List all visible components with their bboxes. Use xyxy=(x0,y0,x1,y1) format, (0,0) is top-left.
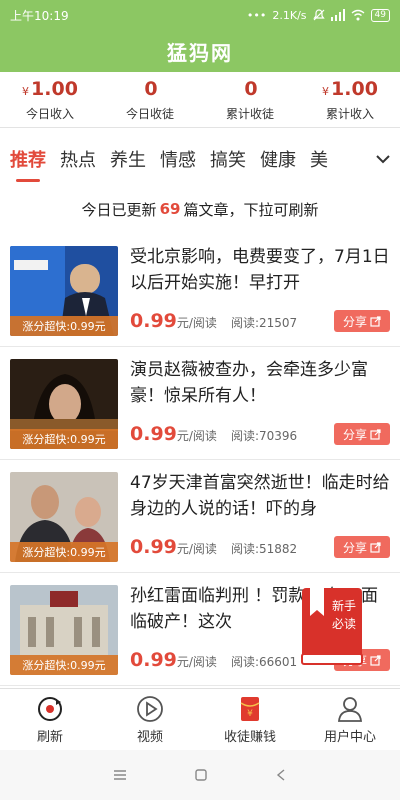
earnings-stats: ¥1.00 今日收入 0 今日收徒 0 累计收徒 ¥1.00 累计收入 xyxy=(0,72,400,128)
currency-symbol: ¥ xyxy=(322,84,330,98)
tab-emotion[interactable]: 情感 xyxy=(160,140,196,178)
newbie-guide-book-icon[interactable]: 新手 必读 xyxy=(300,588,364,666)
article-price: 0.99 xyxy=(130,649,177,671)
read-count: 阅读:21507 xyxy=(230,316,298,330)
status-bar: 上午10:19 ••• 2.1K/s 49 xyxy=(0,0,400,30)
stat-value: 1.00 xyxy=(331,77,378,100)
article-title[interactable]: 47岁天津首富突然逝世！临走时给身边的人说的话！吓的身 xyxy=(130,470,392,522)
stat-value: 0 xyxy=(144,77,158,100)
tab-hot[interactable]: 热点 xyxy=(60,140,96,178)
play-icon xyxy=(137,696,163,722)
article-item[interactable]: 涨分超快:0.99元 47岁天津首富突然逝世！临走时给身边的人说的话！吓的身 0… xyxy=(0,460,400,573)
share-button[interactable]: 分享 xyxy=(334,423,390,445)
stat-label: 今日收入 xyxy=(25,106,74,121)
nav-label: 视频 xyxy=(136,730,163,745)
refresh-icon xyxy=(38,697,62,721)
price-unit: 元/阅读 xyxy=(176,429,217,443)
price-unit: 元/阅读 xyxy=(176,316,217,330)
tab-recommend[interactable]: 推荐 xyxy=(10,140,46,182)
user-icon xyxy=(338,697,362,722)
nav-video[interactable]: 视频 xyxy=(100,689,200,750)
article-price: 0.99 xyxy=(130,310,177,332)
stat-today-income[interactable]: ¥1.00 今日收入 xyxy=(0,72,100,127)
notice-prefix: 今日已更新 xyxy=(81,200,157,219)
update-notice: 今日已更新 69 篇文章，下拉可刷新 xyxy=(0,190,400,228)
menu-icon[interactable] xyxy=(113,769,127,781)
share-icon xyxy=(370,654,381,666)
earning-badge: 涨分超快:0.99元 xyxy=(10,429,118,449)
guide-line1: 新手 xyxy=(332,598,356,613)
share-icon xyxy=(370,315,381,327)
red-envelope-icon: ¥ xyxy=(240,697,260,721)
stat-label: 累计收入 xyxy=(325,106,374,121)
stat-label: 累计收徒 xyxy=(225,106,274,121)
article-price: 0.99 xyxy=(130,536,177,558)
article-thumbnail: 涨分超快:0.99元 xyxy=(10,359,118,449)
nav-user-center[interactable]: 用户中心 xyxy=(300,689,400,750)
status-time: 上午10:19 xyxy=(10,8,69,23)
nav-label: 收徒赚钱 xyxy=(223,730,276,745)
signal-icon xyxy=(330,9,345,21)
nav-label: 刷新 xyxy=(36,730,63,745)
notice-count: 69 xyxy=(159,200,181,218)
tab-health-care[interactable]: 养生 xyxy=(110,140,146,178)
mute-icon xyxy=(312,9,325,21)
price-unit: 元/阅读 xyxy=(176,542,217,556)
stat-value: 1.00 xyxy=(31,77,78,100)
home-icon[interactable] xyxy=(194,768,208,782)
svg-text:¥: ¥ xyxy=(247,709,253,719)
app-header: 猛犸网 xyxy=(0,30,400,72)
price-unit: 元/阅读 xyxy=(176,655,217,669)
earning-badge: 涨分超快:0.99元 xyxy=(10,542,118,562)
stat-total-disciples[interactable]: 0 累计收徒 xyxy=(200,72,300,127)
share-label: 分享 xyxy=(342,540,367,555)
read-count: 阅读:66601 xyxy=(230,655,298,669)
network-speed: 2.1K/s xyxy=(272,8,307,22)
read-count: 阅读:70396 xyxy=(230,429,298,443)
app-title: 猛犸网 xyxy=(167,40,233,65)
stat-total-income[interactable]: ¥1.00 累计收入 xyxy=(300,72,400,127)
read-count: 阅读:51882 xyxy=(230,542,298,556)
bottom-nav: 刷新 视频 ¥ 收徒赚钱 用户中心 xyxy=(0,688,400,750)
article-price: 0.99 xyxy=(130,423,177,445)
share-icon xyxy=(370,541,381,553)
article-thumbnail: 涨分超快:0.99元 xyxy=(10,585,118,675)
stat-value: 0 xyxy=(244,77,258,100)
article-item[interactable]: 涨分超快:0.99元 受北京影响，电费要变了，7月1日以后开始实施！早打开 0.… xyxy=(0,234,400,347)
stat-label: 今日收徒 xyxy=(125,106,174,121)
share-label: 分享 xyxy=(342,314,367,329)
article-thumbnail: 涨分超快:0.99元 xyxy=(10,246,118,336)
system-navigation-bar xyxy=(0,750,400,800)
share-button[interactable]: 分享 xyxy=(334,536,390,558)
earning-badge: 涨分超快:0.99元 xyxy=(10,316,118,336)
category-tabs: 推荐 热点 养生 情感 搞笑 健康 美 xyxy=(0,134,400,184)
tab-beauty[interactable]: 美 xyxy=(310,140,328,178)
article-title[interactable]: 受北京影响，电费要变了，7月1日以后开始实施！早打开 xyxy=(130,244,392,296)
stat-today-disciples[interactable]: 0 今日收徒 xyxy=(100,72,200,127)
share-label: 分享 xyxy=(342,427,367,442)
more-dots-icon: ••• xyxy=(246,8,267,22)
share-button[interactable]: 分享 xyxy=(334,310,390,332)
article-item[interactable]: 涨分超快:0.99元 演员赵薇被查办，会牵连多少富豪！惊呆所有人！ 0.99 元… xyxy=(0,347,400,460)
chevron-down-icon[interactable] xyxy=(374,150,392,168)
tab-funny[interactable]: 搞笑 xyxy=(210,140,246,178)
nav-label: 用户中心 xyxy=(323,730,376,745)
notice-suffix: 篇文章，下拉可刷新 xyxy=(183,200,319,219)
article-thumbnail: 涨分超快:0.99元 xyxy=(10,472,118,562)
article-title[interactable]: 演员赵薇被查办，会牵连多少富豪！惊呆所有人！ xyxy=(130,357,392,409)
tab-health[interactable]: 健康 xyxy=(260,140,296,178)
currency-symbol: ¥ xyxy=(22,84,30,98)
guide-line2: 必读 xyxy=(332,617,356,631)
nav-refresh[interactable]: 刷新 xyxy=(0,689,100,750)
nav-recruit-earn[interactable]: ¥ 收徒赚钱 xyxy=(200,689,300,750)
earning-badge: 涨分超快:0.99元 xyxy=(10,655,118,675)
back-icon[interactable] xyxy=(275,768,287,782)
battery-indicator: 49 xyxy=(370,8,390,22)
wifi-icon xyxy=(351,9,364,21)
share-icon xyxy=(370,428,381,440)
